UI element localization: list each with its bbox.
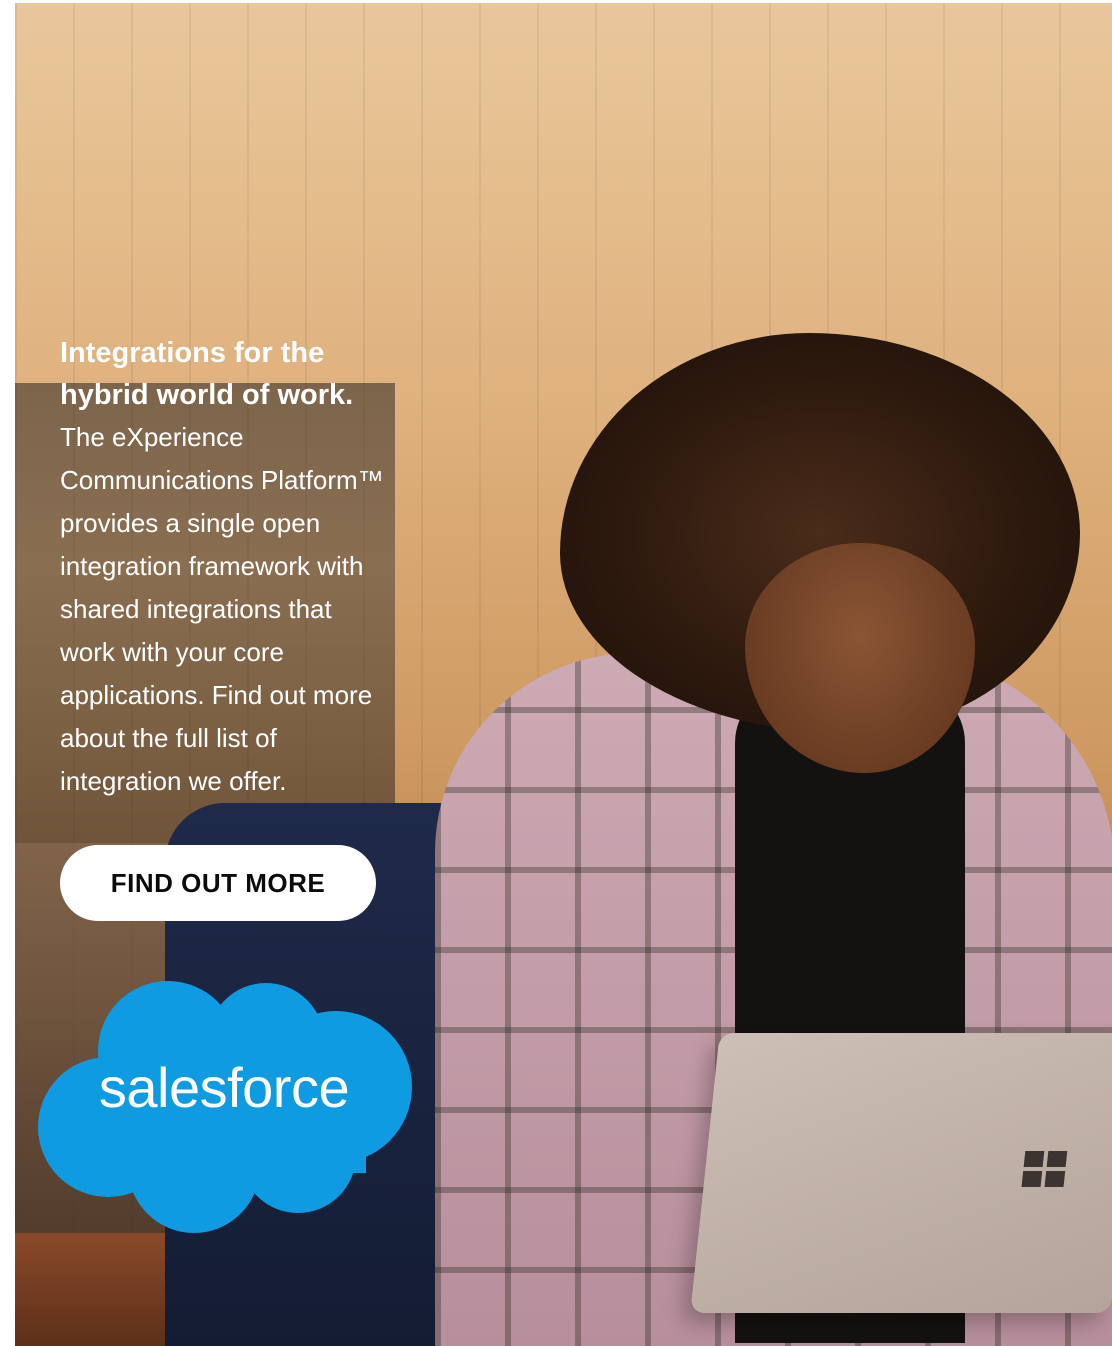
salesforce-logo: salesforce xyxy=(36,975,412,1237)
laptop-image xyxy=(690,1033,1112,1313)
promo-text-block: Integrations for the hybrid world of wor… xyxy=(60,332,460,803)
windows-logo-icon xyxy=(1021,1151,1068,1187)
promo-body: The eXperience Communications Platform™ … xyxy=(60,422,384,796)
promo-headline: Integrations for the hybrid world of wor… xyxy=(60,337,354,411)
salesforce-wordmark: salesforce xyxy=(98,1056,350,1119)
find-out-more-button[interactable]: FIND OUT MORE xyxy=(60,845,376,921)
